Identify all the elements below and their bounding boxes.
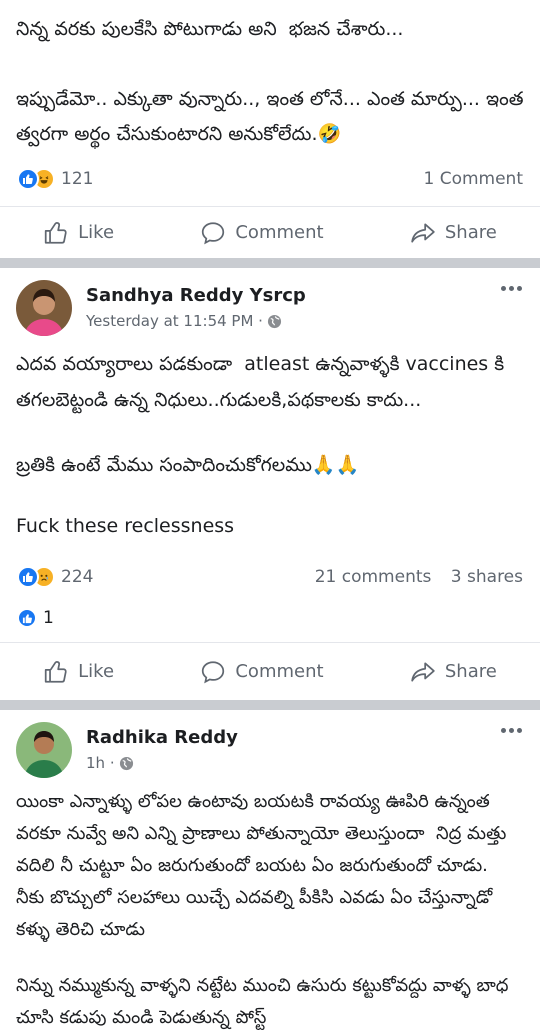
post-time[interactable]: 1h · [86, 752, 115, 774]
post-3-text: యింకా ఎన్నాళ్ళు లోపల ఉంటావు బయటకి రావయ్య… [0, 778, 540, 1034]
like-reaction-icon [17, 608, 37, 628]
post-2-text: ఎదవ వయ్యారాలు పడకుండా atleast ఉన్నవాళ్ళక… [0, 336, 540, 544]
like-label: Like [78, 222, 115, 243]
post-3: Radhika Reddy 1h · యింకా ఎన్నాళ్ళు లోపల … [0, 710, 540, 1034]
post-3-paragraph: యింకా ఎన్నాళ్ళు లోపల ఉంటావు బయటకి రావయ్య… [16, 791, 507, 940]
comment-count[interactable]: 1 Comment [423, 169, 523, 189]
share-button[interactable]: Share [410, 659, 497, 685]
like-reaction-icon [17, 566, 39, 588]
like-button[interactable]: Like [43, 220, 114, 246]
like-reaction-icon [17, 168, 39, 190]
author-name[interactable]: Sandhya Reddy Ysrcp [86, 284, 306, 308]
post-divider [0, 700, 540, 710]
post-time[interactable]: Yesterday at 11:54 PM · [86, 310, 263, 332]
action-bar: Like Comment Share [0, 206, 540, 258]
avatar[interactable] [16, 280, 72, 336]
post-header: Sandhya Reddy Ysrcp Yesterday at 11:54 P… [0, 268, 540, 336]
comment-reaction-row[interactable]: 1 [0, 602, 540, 634]
post-divider [0, 258, 540, 268]
reactions-row[interactable]: 224 21 comments 3 shares [0, 544, 540, 602]
reactions-row[interactable]: 121 1 Comment [0, 152, 540, 206]
comment-label: Comment [235, 222, 324, 243]
globe-icon [267, 314, 282, 328]
share-icon [411, 222, 435, 243]
post-header: Radhika Reddy 1h · [0, 710, 540, 778]
post-1-paragraph: ఇప్పుడేమో.. ఎక్కుతా వున్నారు.., ఇంత లోనే… [16, 88, 530, 145]
like-button[interactable]: Like [43, 659, 114, 685]
reaction-count[interactable]: 121 [61, 169, 93, 189]
post-2-paragraph: బ్రతికి ఉంటే మేము సంపాదించుకోగలము🙏🙏 [16, 454, 360, 476]
reaction-count[interactable]: 224 [61, 567, 93, 587]
post-1-paragraph: నిన్న వరకు పులకేసి పోటుగాడు అని భజన చేశా… [16, 18, 404, 40]
author-name[interactable]: Radhika Reddy [86, 726, 238, 750]
globe-icon [119, 756, 133, 770]
comment-icon [202, 660, 225, 683]
post-3-paragraph: నిన్ను నమ్ముకున్న వాళ్ళని నట్టేట ముంచి ఉ… [16, 975, 515, 1028]
reaction-count[interactable]: 1 [43, 608, 54, 628]
post-1: నిన్న వరకు పులకేసి పోటుగాడు అని భజన చేశా… [0, 0, 540, 258]
action-bar: Like Comment Share [0, 642, 540, 700]
like-icon [44, 660, 67, 683]
more-options-icon[interactable] [501, 728, 522, 733]
post-2-paragraph: ఎదవ వయ్యారాలు పడకుండా atleast ఉన్నవాళ్ళక… [16, 353, 511, 411]
comment-icon [202, 221, 225, 244]
like-icon [44, 221, 67, 244]
comment-button[interactable]: Comment [200, 220, 324, 246]
comment-count[interactable]: 21 comments [315, 567, 432, 587]
share-button[interactable]: Share [410, 220, 497, 246]
share-icon [411, 661, 435, 682]
avatar[interactable] [16, 722, 72, 778]
post-1-text: నిన్న వరకు పులకేసి పోటుగాడు అని భజన చేశా… [0, 0, 540, 152]
post-2-paragraph: Fuck these reclessness [16, 515, 235, 537]
like-label: Like [78, 661, 115, 682]
post-2: Sandhya Reddy Ysrcp Yesterday at 11:54 P… [0, 268, 540, 700]
comment-button[interactable]: Comment [200, 659, 324, 685]
share-label: Share [444, 661, 497, 682]
share-count[interactable]: 3 shares [451, 567, 523, 587]
comment-label: Comment [235, 661, 324, 682]
more-options-icon[interactable] [501, 286, 522, 291]
share-label: Share [444, 222, 497, 243]
